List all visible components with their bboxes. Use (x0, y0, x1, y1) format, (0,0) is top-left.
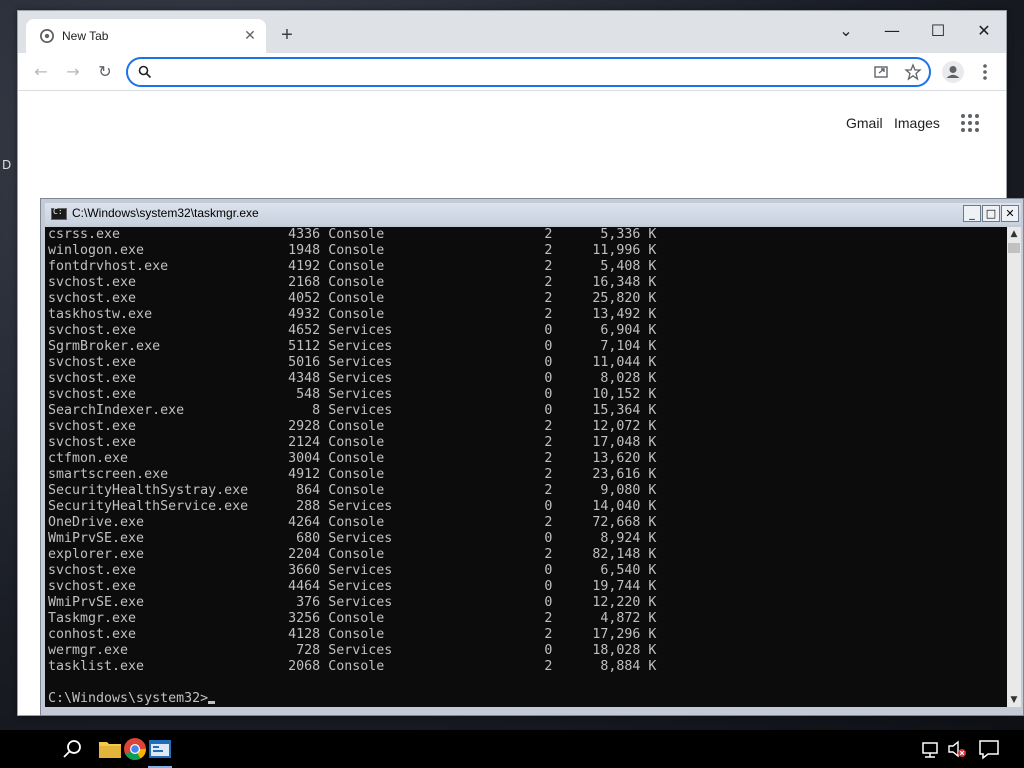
process-row: svchost.exe 3660 Services 0 6,540 K (48, 563, 657, 578)
reload-button[interactable]: ↻ (94, 61, 116, 83)
forward-button[interactable]: → (62, 61, 84, 83)
process-row: svchost.exe 548 Services 0 10,152 K (48, 387, 657, 402)
process-row: conhost.exe 4128 Console 2 17,296 K (48, 627, 657, 642)
process-row: tasklist.exe 2068 Console 2 8,884 K (48, 659, 657, 674)
kebab-menu-icon[interactable] (974, 61, 996, 83)
search-icon[interactable] (60, 736, 86, 762)
console-maximize-button[interactable]: □ (982, 205, 1000, 222)
console-title: C:\Windows\system32\taskmgr.exe (72, 206, 259, 220)
profile-avatar[interactable] (942, 61, 964, 83)
new-tab-button[interactable]: + (276, 25, 298, 47)
minimize-button[interactable]: — (872, 17, 912, 45)
browser-toolbar: ← → ↻ (18, 53, 1006, 91)
search-icon (138, 65, 152, 79)
console-window: C:\Windows\system32\taskmgr.exe _ □ ✕ cs… (40, 198, 1024, 716)
prompt-text: C:\Windows\system32> (48, 691, 209, 706)
gmail-link[interactable]: Gmail (846, 115, 883, 131)
process-row: svchost.exe 4652 Services 0 6,904 K (48, 323, 657, 338)
tab-new-tab[interactable]: New Tab ✕ (26, 19, 266, 53)
console-minimize-button[interactable]: _ (963, 205, 981, 222)
process-row: svchost.exe 5016 Services 0 11,044 K (48, 355, 657, 370)
process-row: svchost.exe 2124 Console 2 17,048 K (48, 435, 657, 450)
process-row: SecurityHealthService.exe 288 Services 0… (48, 499, 657, 514)
google-apps-icon[interactable] (961, 114, 979, 132)
console-titlebar[interactable]: C:\Windows\system32\taskmgr.exe _ □ ✕ (45, 203, 1021, 225)
console-scrollbar[interactable]: ▲ ▼ (1007, 227, 1021, 707)
process-row: SecurityHealthSystray.exe 864 Console 2 … (48, 483, 657, 498)
chrome-favicon-icon (40, 29, 54, 43)
back-button[interactable]: ← (30, 61, 52, 83)
process-row: wermgr.exe 728 Services 0 18,028 K (48, 643, 657, 658)
profile-icon (946, 66, 960, 78)
process-row: smartscreen.exe 4912 Console 2 23,616 K (48, 467, 657, 482)
scroll-up-arrow-icon[interactable]: ▲ (1007, 227, 1021, 241)
process-row: explorer.exe 2204 Console 2 82,148 K (48, 547, 657, 562)
tab-close-icon[interactable]: ✕ (242, 27, 258, 43)
process-row: SgrmBroker.exe 5112 Services 0 7,104 K (48, 339, 657, 354)
scroll-thumb[interactable] (1008, 243, 1020, 253)
bookmark-star-icon[interactable] (904, 63, 922, 81)
volume-muted-icon[interactable] (946, 736, 968, 762)
taskbar (0, 730, 1024, 768)
omnibox[interactable] (126, 57, 931, 87)
process-row: ctfmon.exe 3004 Console 2 13,620 K (48, 451, 657, 466)
process-row: svchost.exe 4052 Console 2 25,820 K (48, 291, 657, 306)
console-icon[interactable] (147, 736, 173, 762)
process-row: Taskmgr.exe 3256 Console 2 4,872 K (48, 611, 657, 626)
process-row: taskhostw.exe 4932 Console 2 13,492 K (48, 307, 657, 322)
desktop-edge-text: D (2, 158, 12, 172)
process-row: svchost.exe 4348 Services 0 8,028 K (48, 371, 657, 386)
maximize-button[interactable]: ☐ (918, 17, 958, 45)
network-icon[interactable] (920, 736, 942, 762)
process-row: svchost.exe 2168 Console 2 16,348 K (48, 275, 657, 290)
process-row: OneDrive.exe 4264 Console 2 72,668 K (48, 515, 657, 530)
chrome-icon[interactable] (122, 736, 148, 762)
images-link[interactable]: Images (894, 115, 940, 131)
text-cursor (208, 701, 216, 704)
console-app-icon (51, 207, 67, 220)
process-row: WmiPrvSE.exe 680 Services 0 8,924 K (48, 531, 657, 546)
process-row: svchost.exe 4464 Services 0 19,744 K (48, 579, 657, 594)
process-row: svchost.exe 2928 Console 2 12,072 K (48, 419, 657, 434)
process-row: WmiPrvSE.exe 376 Services 0 12,220 K (48, 595, 657, 610)
process-row: fontdrvhost.exe 4192 Console 2 5,408 K (48, 259, 657, 274)
process-list: csrss.exe 4336 Console 2 5,336 Kwinlogon… (48, 227, 656, 707)
address-input[interactable] (162, 63, 852, 81)
file-explorer-icon[interactable] (97, 736, 123, 762)
process-row: SearchIndexer.exe 8 Services 0 15,364 K (48, 403, 657, 418)
tab-search-icon[interactable]: ⌄ (826, 17, 866, 45)
command-prompt[interactable]: C:\Windows\system32> (48, 691, 656, 707)
scroll-down-arrow-icon[interactable]: ▼ (1007, 693, 1021, 707)
process-row: csrss.exe 4336 Console 2 5,336 K (48, 227, 657, 242)
tab-title: New Tab (62, 29, 109, 43)
process-row: winlogon.exe 1948 Console 2 11,996 K (48, 243, 657, 258)
console-close-button[interactable]: ✕ (1001, 205, 1019, 222)
console-output[interactable]: csrss.exe 4336 Console 2 5,336 Kwinlogon… (45, 227, 1007, 707)
notifications-icon[interactable] (978, 736, 1000, 762)
tab-strip: New Tab ✕ + ⌄ — ☐ ✕ (18, 11, 1006, 53)
share-icon[interactable] (872, 63, 890, 81)
close-button[interactable]: ✕ (964, 17, 1004, 45)
